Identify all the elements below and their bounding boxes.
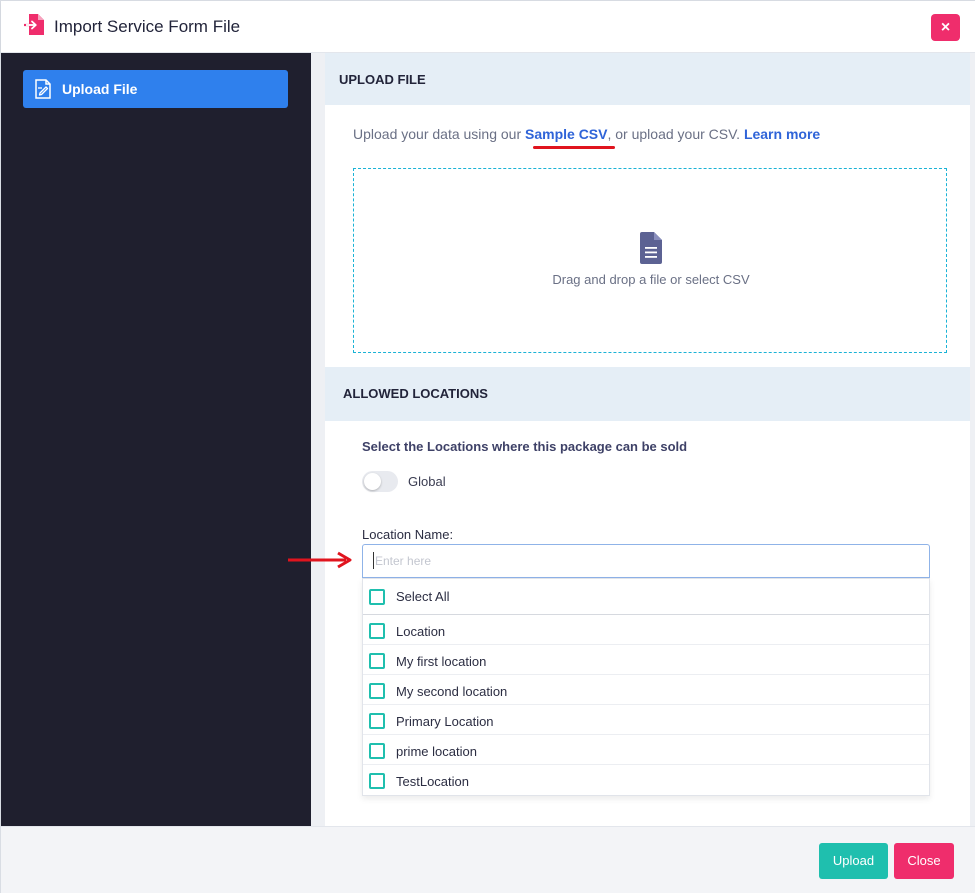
- location-option[interactable]: TestLocation: [363, 765, 929, 795]
- locations-section-header: ALLOWED LOCATIONS: [325, 367, 970, 421]
- checkbox[interactable]: [369, 589, 385, 605]
- location-name-input[interactable]: [362, 544, 930, 578]
- main-content: UPLOAD FILE Upload your data using our S…: [311, 53, 975, 826]
- location-option[interactable]: prime location: [363, 735, 929, 765]
- option-label: Select All: [396, 589, 450, 604]
- option-label: prime location: [396, 744, 477, 759]
- locations-section-title: ALLOWED LOCATIONS: [343, 386, 488, 401]
- close-icon[interactable]: ×: [931, 14, 960, 41]
- select-all-option[interactable]: Select All: [363, 579, 929, 615]
- sidebar-item-label: Upload File: [62, 81, 138, 97]
- modal-footer: Upload Close: [1, 826, 975, 893]
- option-label: TestLocation: [396, 774, 469, 789]
- location-dropdown: Select All Location My first location My…: [362, 578, 930, 796]
- upload-file-icon: [31, 77, 55, 101]
- upload-section-header: UPLOAD FILE: [325, 53, 970, 105]
- checkbox[interactable]: [369, 713, 385, 729]
- location-option[interactable]: Location: [363, 615, 929, 645]
- import-file-icon: [23, 13, 47, 37]
- option-label: Primary Location: [396, 714, 494, 729]
- sidebar: Upload File: [1, 53, 311, 826]
- modal-title: Import Service Form File: [54, 17, 241, 36]
- annotation-arrow-icon: [288, 551, 352, 569]
- text-caret: [373, 552, 374, 569]
- modal-header: Import Service Form File ×: [1, 1, 975, 53]
- document-icon: [639, 232, 663, 264]
- checkbox[interactable]: [369, 773, 385, 789]
- annotation-underline: [533, 146, 615, 149]
- locations-prompt: Select the Locations where this package …: [362, 439, 688, 454]
- checkbox[interactable]: [369, 683, 385, 699]
- location-name-label: Location Name:: [362, 527, 454, 542]
- sidebar-item-upload-file[interactable]: Upload File: [23, 70, 288, 108]
- location-option[interactable]: Primary Location: [363, 705, 929, 735]
- dropzone-text: Drag and drop a file or select CSV: [552, 272, 750, 287]
- upload-section-title: UPLOAD FILE: [339, 72, 426, 87]
- upload-button[interactable]: Upload: [819, 843, 888, 879]
- location-option[interactable]: My first location: [363, 645, 929, 675]
- checkbox[interactable]: [369, 623, 385, 639]
- global-toggle-label: Global: [408, 474, 446, 489]
- content-panel: UPLOAD FILE Upload your data using our S…: [325, 53, 970, 826]
- import-modal: Import Service Form File × Upload File U…: [0, 0, 975, 893]
- learn-more-link[interactable]: Learn more: [744, 126, 820, 142]
- sample-csv-link[interactable]: Sample CSV: [525, 126, 607, 142]
- upload-intro: Upload your data using our Sample CSV, o…: [353, 126, 820, 149]
- location-option[interactable]: My second location: [363, 675, 929, 705]
- file-dropzone[interactable]: Drag and drop a file or select CSV: [353, 168, 947, 353]
- global-toggle[interactable]: [362, 471, 398, 492]
- checkbox[interactable]: [369, 743, 385, 759]
- toggle-knob: [364, 473, 381, 490]
- intro-middle: , or upload your CSV.: [607, 126, 744, 142]
- option-label: Location: [396, 624, 446, 639]
- option-label: My first location: [396, 654, 487, 669]
- checkbox[interactable]: [369, 653, 385, 669]
- close-button[interactable]: Close: [894, 843, 954, 879]
- option-label: My second location: [396, 684, 508, 699]
- intro-prefix: Upload your data using our: [353, 126, 525, 142]
